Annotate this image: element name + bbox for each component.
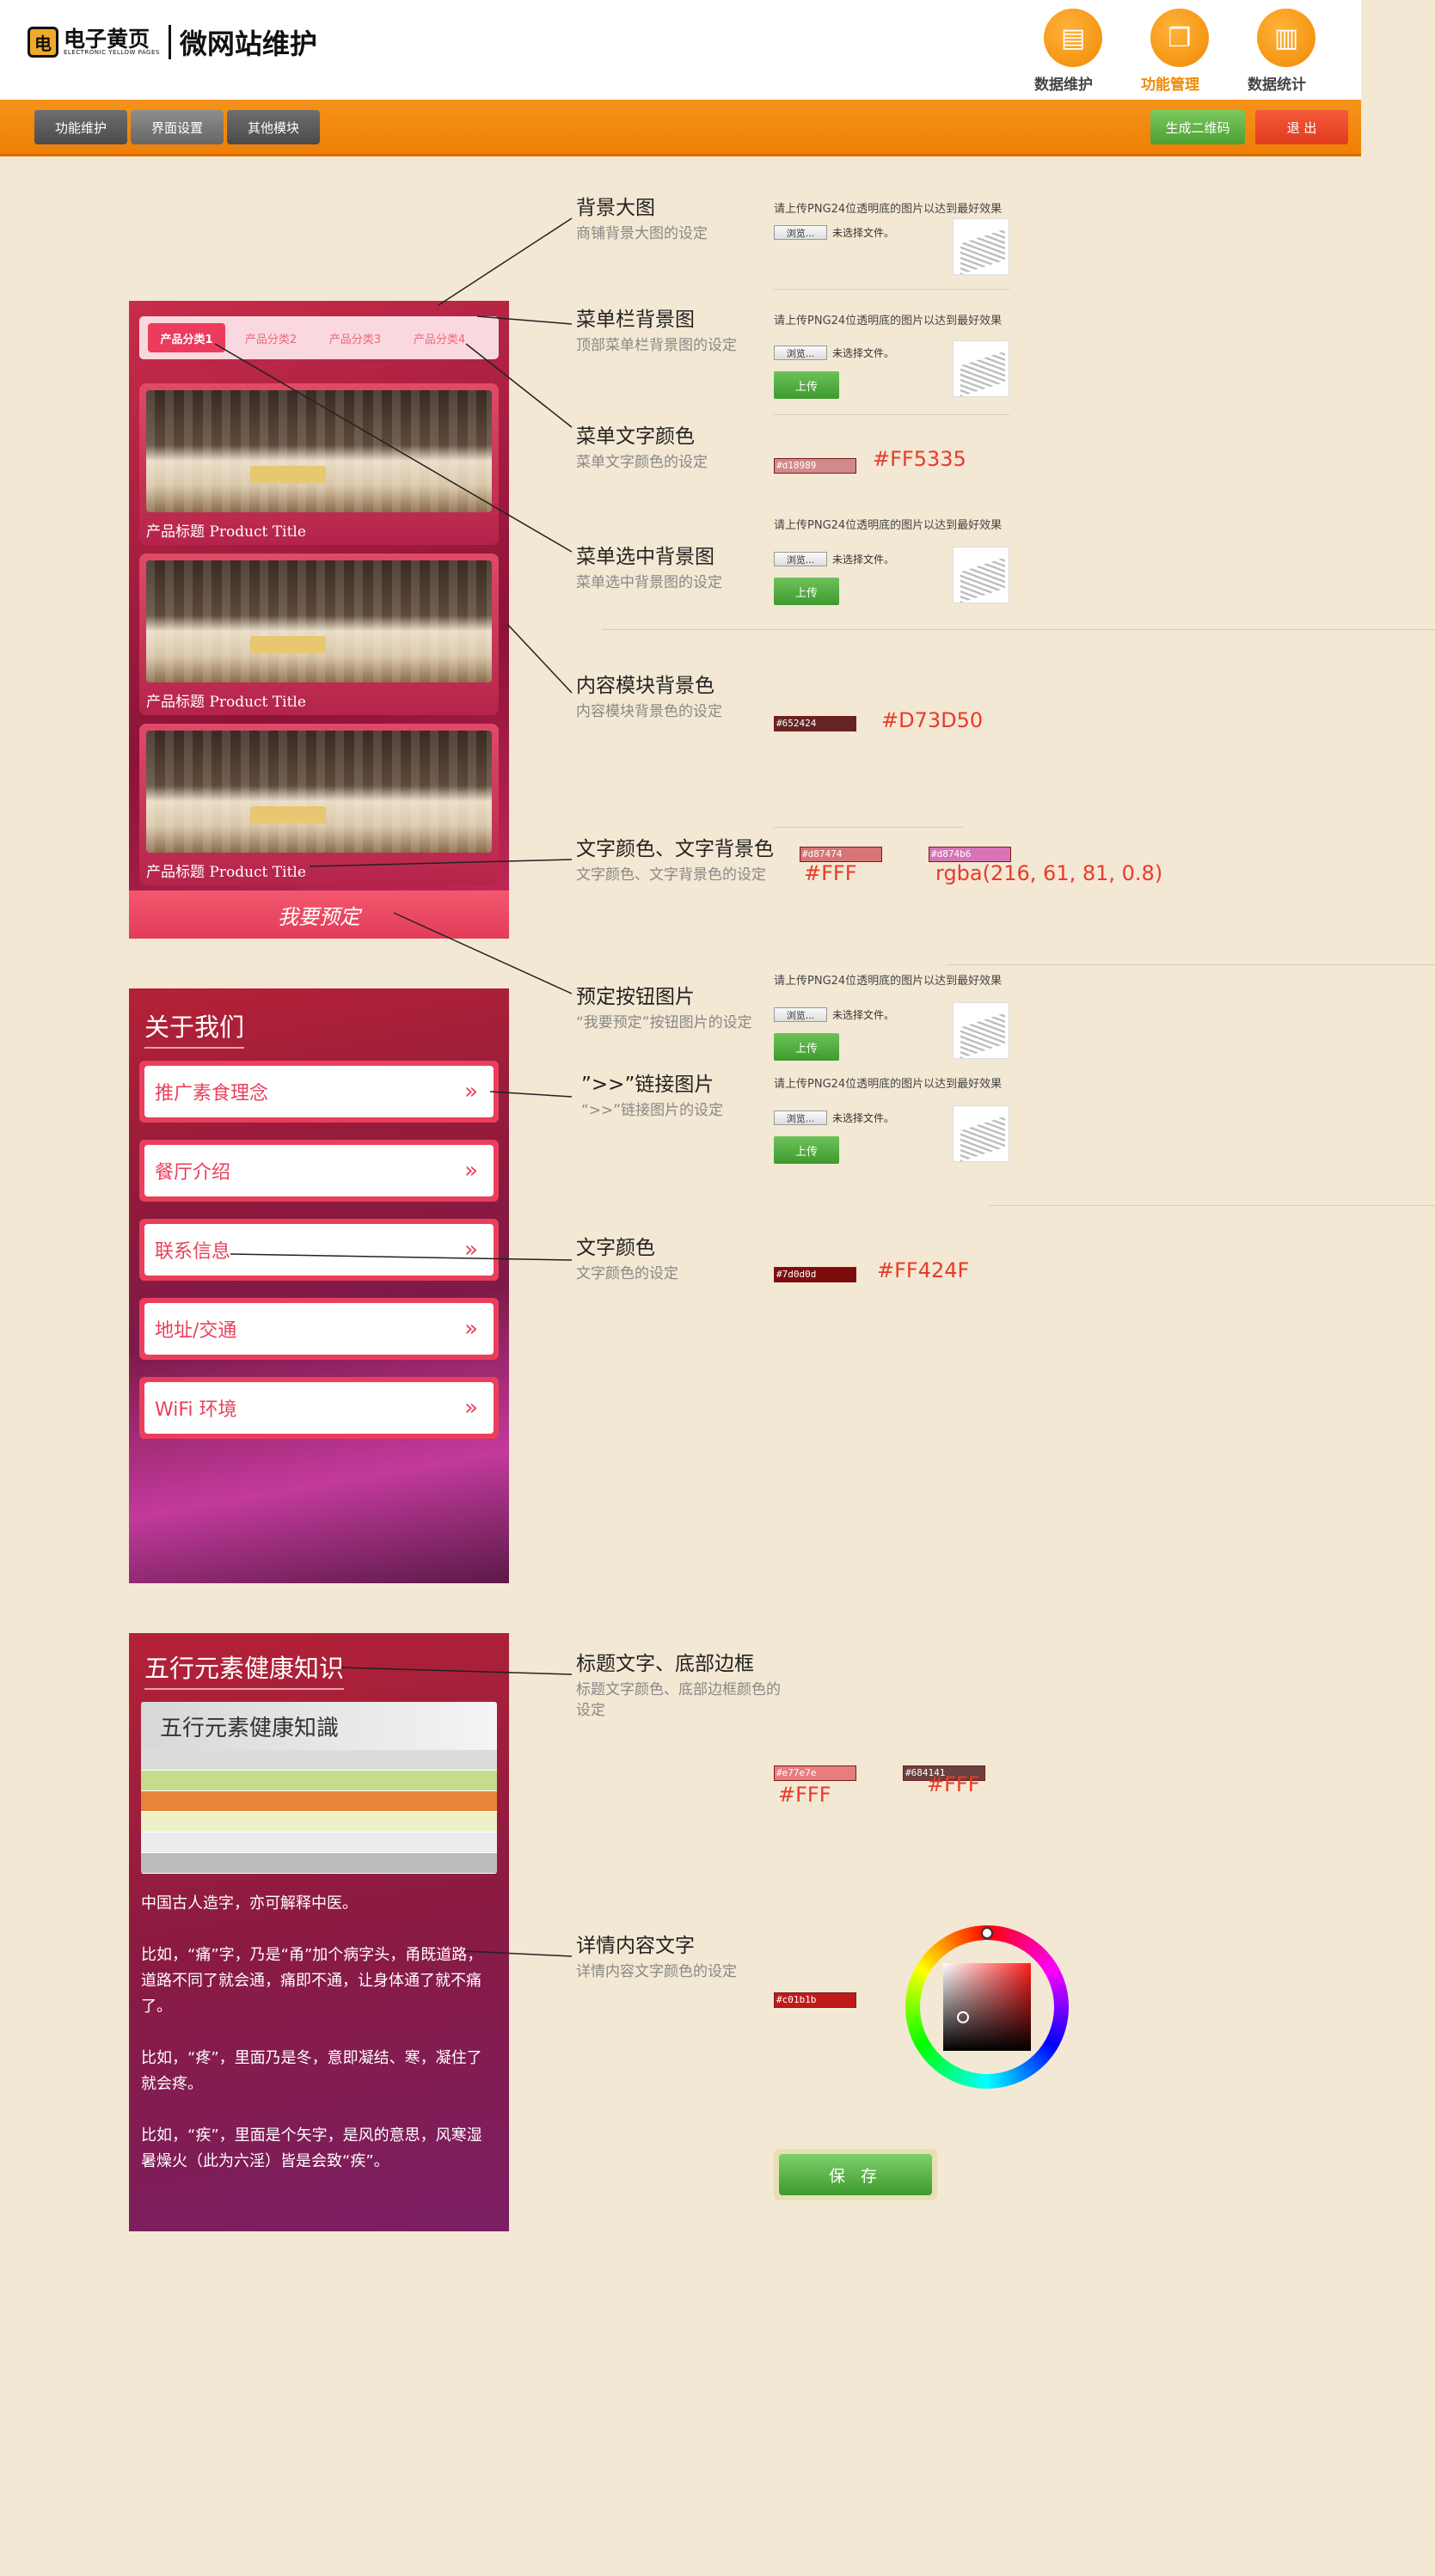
setting-menu-text-color: 菜单文字颜色 菜单文字颜色的设定 bbox=[576, 419, 708, 473]
setting-menu-selected-bg: 菜单选中背景图 菜单选中背景图的设定 bbox=[576, 540, 722, 593]
setting-link-image: ”>>”链接图片 “>>”链接图片的设定 bbox=[581, 1068, 723, 1121]
setting-title: 文字颜色、文字背景色 bbox=[576, 838, 774, 860]
no-file-text: 未选择文件。 bbox=[832, 1009, 895, 1021]
file-picker[interactable]: 浏览... 未选择文件。 bbox=[774, 225, 894, 240]
color-picker-wheel[interactable] bbox=[905, 1925, 1069, 2089]
setting-title: 菜单栏背景图 bbox=[576, 309, 695, 331]
setting-title: 标题文字、底部边框 bbox=[576, 1653, 754, 1675]
connector-lines bbox=[214, 217, 573, 1957]
color-swatch[interactable]: #d874b6 bbox=[929, 847, 1011, 862]
setting-subtitle: 顶部菜单栏背景图的设定 bbox=[576, 337, 737, 354]
browse-button[interactable]: 浏览... bbox=[774, 552, 827, 566]
image-thumbnail bbox=[953, 1002, 1009, 1059]
setting-subtitle: 文字颜色、文字背景色的设定 bbox=[576, 866, 766, 884]
image-thumbnail bbox=[953, 340, 1009, 397]
no-file-text: 未选择文件。 bbox=[832, 227, 895, 239]
setting-subtitle: 菜单文字颜色的设定 bbox=[576, 454, 708, 471]
save-button[interactable]: 保 存 bbox=[779, 2154, 932, 2195]
image-thumbnail bbox=[953, 1105, 1009, 1162]
setting-text-color: 文字颜色 文字颜色的设定 bbox=[576, 1231, 678, 1284]
setting-subtitle: 标题文字颜色、底部边框颜色的设定 bbox=[576, 1681, 781, 1719]
color-value: #FFF bbox=[804, 861, 857, 885]
color-picker-square[interactable] bbox=[943, 1963, 1031, 2051]
color-value: #FF424F bbox=[877, 1258, 970, 1282]
setting-subtitle: 内容模块背景色的设定 bbox=[576, 703, 722, 720]
setting-title: ”>>”链接图片 bbox=[581, 1074, 714, 1096]
setting-subtitle: 商铺背景大图的设定 bbox=[576, 225, 708, 242]
browse-button[interactable]: 浏览... bbox=[774, 346, 827, 360]
saturation-handle[interactable] bbox=[957, 2011, 969, 2023]
setting-subtitle: “>>”链接图片的设定 bbox=[581, 1102, 724, 1119]
no-file-text: 未选择文件。 bbox=[832, 347, 895, 359]
setting-text-colors: 文字颜色、文字背景色 文字颜色、文字背景色的设定 bbox=[576, 832, 774, 885]
upload-button[interactable]: 上传 bbox=[774, 1136, 839, 1164]
setting-title: 菜单选中背景图 bbox=[576, 546, 714, 568]
upload-hint: 请上传PNG24位透明底的图片以达到最好效果 bbox=[774, 1078, 1003, 1091]
setting-title: 详情内容文字 bbox=[576, 1935, 695, 1957]
upload-hint: 请上传PNG24位透明底的图片以达到最好效果 bbox=[774, 519, 1003, 532]
setting-content-bg-color: 内容模块背景色 内容模块背景色的设定 bbox=[576, 669, 722, 722]
file-picker[interactable]: 浏览... 未选择文件。 bbox=[774, 346, 894, 360]
browse-button[interactable]: 浏览... bbox=[774, 1111, 827, 1125]
upload-button[interactable]: 上传 bbox=[774, 371, 839, 399]
upload-button[interactable]: 上传 bbox=[774, 1033, 839, 1061]
image-thumbnail bbox=[953, 218, 1009, 275]
no-file-text: 未选择文件。 bbox=[832, 554, 895, 566]
color-swatch[interactable]: #c01b1b bbox=[774, 1992, 856, 2008]
color-value: #FFF bbox=[778, 1783, 831, 1807]
setting-subtitle: 详情内容文字颜色的设定 bbox=[576, 1963, 737, 1980]
browse-button[interactable]: 浏览... bbox=[774, 225, 827, 240]
setting-title: 菜单文字颜色 bbox=[576, 425, 695, 448]
file-picker[interactable]: 浏览... 未选择文件。 bbox=[774, 1111, 894, 1125]
no-file-text: 未选择文件。 bbox=[832, 1112, 895, 1124]
color-swatch[interactable]: #652424 bbox=[774, 716, 856, 731]
setting-book-button-image: 预定按钮图片 “我要预定”按钮图片的设定 bbox=[576, 980, 752, 1033]
upload-button[interactable]: 上传 bbox=[774, 578, 839, 605]
setting-menubar-bg: 菜单栏背景图 顶部菜单栏背景图的设定 bbox=[576, 303, 737, 356]
color-value: #D73D50 bbox=[881, 708, 984, 732]
color-value: rgba(216, 61, 81, 0.8) bbox=[935, 861, 1163, 885]
setting-title: 文字颜色 bbox=[576, 1237, 655, 1259]
setting-title-border: 标题文字、底部边框 标题文字颜色、底部边框颜色的设定 bbox=[576, 1647, 791, 1721]
file-picker[interactable]: 浏览... 未选择文件。 bbox=[774, 552, 894, 566]
file-picker[interactable]: 浏览... 未选择文件。 bbox=[774, 1007, 894, 1022]
browse-button[interactable]: 浏览... bbox=[774, 1007, 827, 1022]
setting-subtitle: “我要预定”按钮图片的设定 bbox=[576, 1014, 752, 1031]
image-thumbnail bbox=[953, 547, 1009, 603]
upload-hint: 请上传PNG24位透明底的图片以达到最好效果 bbox=[774, 203, 1003, 216]
setting-title: 内容模块背景色 bbox=[576, 675, 714, 697]
color-swatch[interactable]: #7d0d0d bbox=[774, 1267, 856, 1282]
setting-subtitle: 菜单选中背景图的设定 bbox=[576, 574, 722, 591]
setting-detail-text-color: 详情内容文字 详情内容文字颜色的设定 bbox=[576, 1929, 737, 1982]
color-swatch[interactable]: #e77e7e bbox=[774, 1765, 856, 1781]
save-button-frame: 保 存 bbox=[774, 2149, 937, 2200]
color-value: #FF5335 bbox=[873, 447, 966, 471]
setting-subtitle: 文字颜色的设定 bbox=[576, 1265, 678, 1282]
color-value: #FFF bbox=[927, 1772, 980, 1796]
setting-title: 背景大图 bbox=[576, 197, 655, 219]
upload-hint: 请上传PNG24位透明底的图片以达到最好效果 bbox=[774, 315, 1003, 327]
color-swatch[interactable]: #d18989 bbox=[774, 458, 856, 474]
setting-title: 预定按钮图片 bbox=[576, 986, 695, 1008]
color-swatch[interactable]: #d87474 bbox=[800, 847, 882, 862]
setting-background: 背景大图 商铺背景大图的设定 bbox=[576, 191, 708, 244]
hue-handle[interactable] bbox=[981, 1927, 993, 1939]
upload-hint: 请上传PNG24位透明底的图片以达到最好效果 bbox=[774, 975, 1003, 988]
